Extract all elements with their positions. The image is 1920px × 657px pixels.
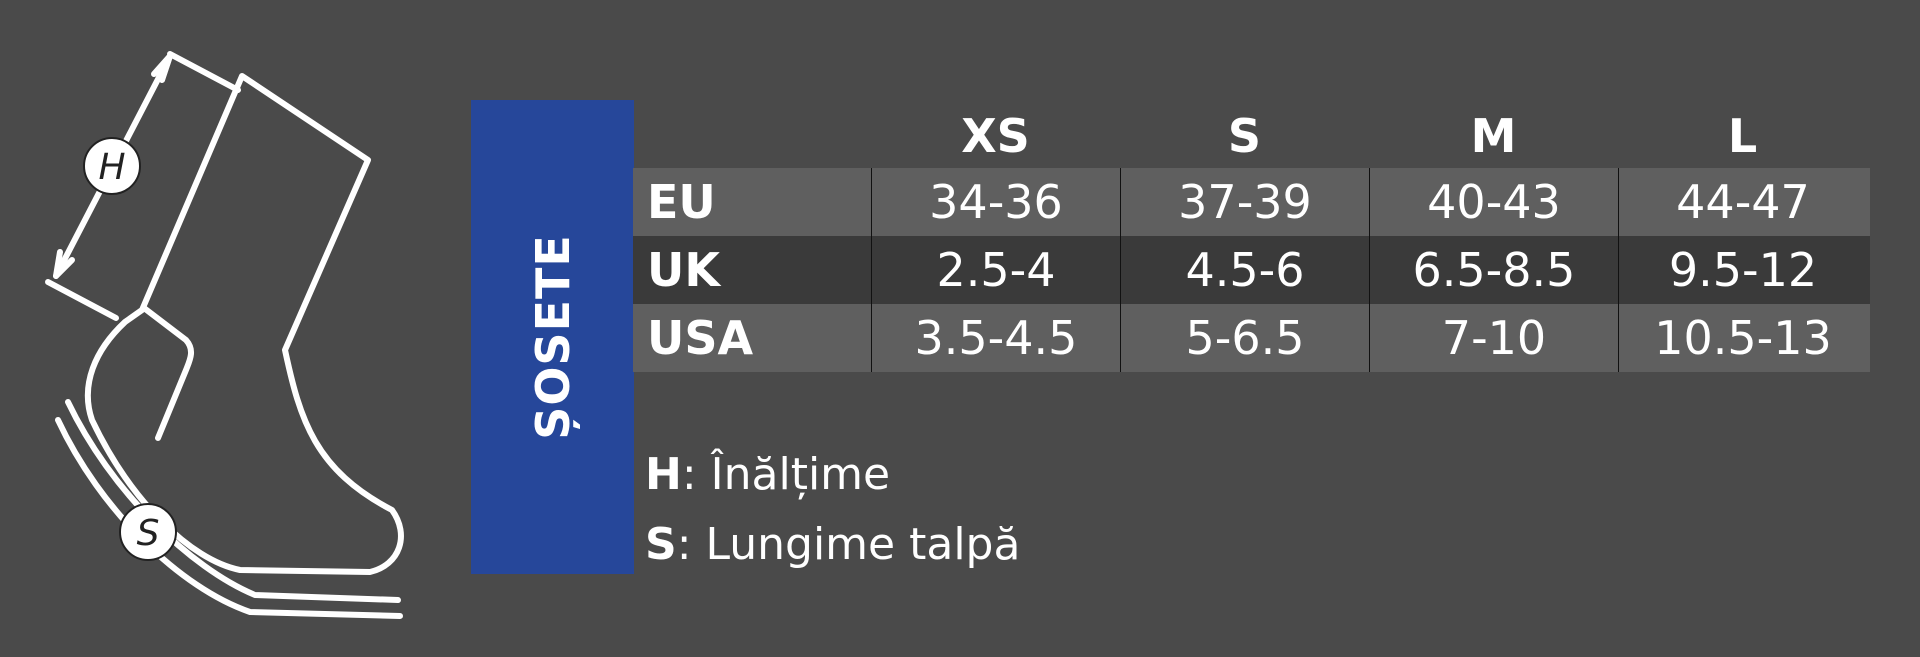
table-cell: 4.5-6 [1120, 236, 1369, 304]
sock-heel-line [141, 305, 195, 441]
table-cell: 10.5-13 [1618, 304, 1867, 372]
legend-sole-text: : Lungime talpă [676, 519, 1021, 570]
table-cell: 37-39 [1120, 168, 1369, 236]
size-header-row: XS S M L [633, 100, 1870, 168]
legend-height: H: Înălțime [645, 440, 1020, 510]
table-row-uk: UK 2.5-4 4.5-6 6.5-8.5 9.5-12 [633, 236, 1870, 304]
legend-sole-key: S [645, 519, 677, 570]
table-cell: 44-47 [1618, 168, 1867, 236]
legend-sole: S: Lungime talpă [645, 510, 1020, 580]
size-header-m: M [1470, 109, 1517, 163]
height-marker-label: H [98, 147, 125, 188]
row-label: EU [647, 175, 716, 229]
size-header-s: S [1227, 109, 1262, 163]
table-cell: 34-36 [871, 168, 1120, 236]
size-header-l: L [1727, 109, 1758, 163]
legend-height-text: : Înălțime [681, 449, 891, 500]
size-table: XS S M L EU 34-36 37-39 40-43 44-47 UK 2… [633, 100, 1870, 372]
table-cell: 6.5-8.5 [1369, 236, 1618, 304]
table-row-usa: USA 3.5-4.5 5-6.5 7-10 10.5-13 [633, 304, 1870, 372]
legend-height-key: H [645, 449, 682, 500]
height-bottom-tick [45, 279, 119, 321]
legend: H: Înălțime S: Lungime talpă [645, 440, 1020, 580]
table-cell: 5-6.5 [1120, 304, 1369, 372]
sock-diagram: H S [45, 51, 404, 619]
sole-marker-label: S [137, 513, 160, 554]
table-cell: 3.5-4.5 [871, 304, 1120, 372]
title-bar: ȘOSETE [471, 100, 634, 574]
row-label: UK [647, 243, 720, 297]
size-header-xs: XS [961, 109, 1030, 163]
table-cell: 7-10 [1369, 304, 1618, 372]
table-cell: 2.5-4 [871, 236, 1120, 304]
table-cell: 40-43 [1369, 168, 1618, 236]
row-label: USA [647, 311, 754, 365]
page-title: ȘOSETE [525, 234, 580, 440]
table-cell: 9.5-12 [1618, 236, 1867, 304]
table-row-eu: EU 34-36 37-39 40-43 44-47 [633, 168, 1870, 236]
height-top-tick [167, 51, 241, 93]
